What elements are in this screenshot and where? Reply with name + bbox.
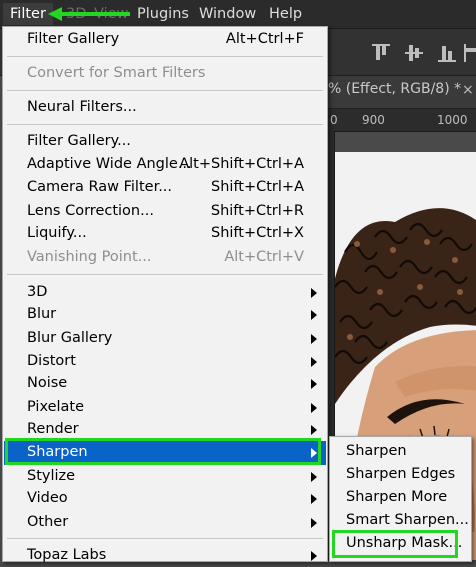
menu-item-liquify[interactable]: Liquify... Shift+Ctrl+X [4, 223, 326, 245]
sharpen-submenu: Sharpen Sharpen Edges Sharpen More Smart… [329, 436, 472, 562]
menu-item-convert-smart-filters: Convert for Smart Filters [4, 63, 326, 85]
menu-item-noise[interactable]: Noise [4, 373, 326, 395]
menu-item-other[interactable]: Other [4, 512, 326, 534]
menu-item-adaptive-wide-angle[interactable]: Adaptive Wide Angle... Alt+Shift+Ctrl+A [4, 154, 326, 176]
menu-item-video[interactable]: Video [4, 488, 326, 510]
document-tab-label: % (Effect, RGB/8) * [328, 81, 462, 97]
menu-item-label: Vanishing Point... [27, 249, 152, 265]
menu-item-topaz-labs[interactable]: Topaz Labs [4, 545, 326, 567]
menu-separator [7, 538, 323, 539]
menu-item-filter-gallery[interactable]: Filter Gallery... [4, 131, 326, 153]
menu-item-label: Lens Correction... [27, 203, 154, 219]
submenu-arrow-icon [311, 357, 317, 367]
align-bottom-icon[interactable] [436, 42, 458, 64]
align-top-icon[interactable] [370, 42, 392, 64]
submenu-arrow-icon [311, 310, 317, 320]
menu-separator [7, 274, 323, 275]
menu-item-shortcut: Alt+Ctrl+V [224, 249, 304, 265]
submenu-arrow-icon [311, 288, 317, 298]
menu-item-shortcut: Shift+Ctrl+A [211, 179, 304, 195]
submenu-item-smart-sharpen[interactable]: Smart Sharpen... [331, 510, 470, 532]
align-left-icon[interactable] [462, 42, 476, 64]
menu-item-shortcut: Shift+Ctrl+X [211, 225, 304, 241]
filter-menu: Filter Gallery Alt+Ctrl+F Convert for Sm… [2, 26, 328, 563]
annotation-arrow-icon [48, 7, 130, 21]
submenu-item-label: Sharpen More [346, 489, 448, 505]
menu-item-label: Filter Gallery... [27, 133, 131, 149]
submenu-arrow-icon [311, 518, 317, 528]
submenu-item-label: Sharpen [346, 443, 407, 459]
menu-item-last-filter[interactable]: Filter Gallery Alt+Ctrl+F [4, 29, 326, 51]
menu-item-lens-correction[interactable]: Lens Correction... Shift+Ctrl+R [4, 201, 326, 223]
submenu-arrow-icon [311, 425, 317, 435]
menu-item-label: Blur [27, 306, 57, 322]
menu-item-3d[interactable]: 3D [4, 282, 326, 304]
menu-item-label: Pixelate [27, 399, 85, 415]
menu-item-shortcut: Alt+Ctrl+F [225, 31, 304, 47]
menu-item-pixelate[interactable]: Pixelate [4, 397, 326, 419]
ruler-number: 1000 [437, 113, 468, 127]
menu-item-label: Noise [27, 375, 68, 391]
ruler-number: 0 [330, 113, 338, 127]
close-icon[interactable]: × [462, 82, 474, 98]
menu-item-blur-gallery[interactable]: Blur Gallery [4, 328, 326, 350]
menu-item-label: Blur Gallery [27, 330, 113, 346]
menu-item-label: Render [27, 421, 79, 437]
submenu-item-sharpen[interactable]: Sharpen [331, 441, 470, 463]
menu-item-vanishing-point: Vanishing Point... Alt+Ctrl+V [4, 247, 326, 269]
menu-item-label: Neural Filters... [27, 99, 137, 115]
submenu-arrow-icon [311, 379, 317, 389]
submenu-arrow-icon [311, 494, 317, 504]
menu-item-label: Topaz Labs [27, 547, 107, 563]
align-vertical-center-icon[interactable] [403, 42, 425, 64]
submenu-item-sharpen-edges[interactable]: Sharpen Edges [331, 464, 470, 486]
submenu-item-sharpen-more[interactable]: Sharpen More [331, 487, 470, 509]
submenu-item-label: Smart Sharpen... [346, 512, 469, 528]
submenu-arrow-icon [311, 334, 317, 344]
menu-item-shortcut: Alt+Shift+Ctrl+A [179, 156, 304, 172]
menu-item-label: Liquify... [27, 225, 87, 241]
menu-help[interactable]: Help [269, 3, 302, 25]
menu-filter[interactable]: Filter [3, 3, 53, 25]
menu-item-camera-raw-filter[interactable]: Camera Raw Filter... Shift+Ctrl+A [4, 177, 326, 199]
menu-item-label: Camera Raw Filter... [27, 179, 173, 195]
menu-item-neural-filters[interactable]: Neural Filters... [4, 97, 326, 119]
menu-item-label: Filter Gallery [27, 31, 120, 47]
annotation-highlight-unsharp-mask [332, 530, 458, 558]
menu-item-label: Distort [27, 353, 76, 369]
menu-item-shortcut: Shift+Ctrl+R [210, 203, 304, 219]
menu-item-label: Stylize [27, 468, 76, 484]
menu-item-blur[interactable]: Blur [4, 304, 326, 326]
menu-separator [7, 124, 323, 125]
menu-window[interactable]: Window [199, 3, 256, 25]
annotation-highlight-sharpen [5, 438, 321, 465]
menu-item-label: Other [27, 514, 69, 530]
menu-item-label: Convert for Smart Filters [27, 65, 206, 81]
menu-item-label: 3D [27, 284, 48, 300]
menu-item-label: Video [27, 490, 68, 506]
menu-item-distort[interactable]: Distort [4, 351, 326, 373]
menu-item-stylize[interactable]: Stylize [4, 466, 326, 488]
ruler-number: 900 [362, 113, 385, 127]
submenu-arrow-icon [311, 472, 317, 482]
menu-separator [7, 56, 323, 57]
menu-item-label: Adaptive Wide Angle... [27, 156, 192, 172]
submenu-item-label: Sharpen Edges [346, 466, 456, 482]
submenu-arrow-icon [311, 403, 317, 413]
menu-plugins[interactable]: Plugins [137, 3, 189, 25]
menu-separator [7, 90, 323, 91]
